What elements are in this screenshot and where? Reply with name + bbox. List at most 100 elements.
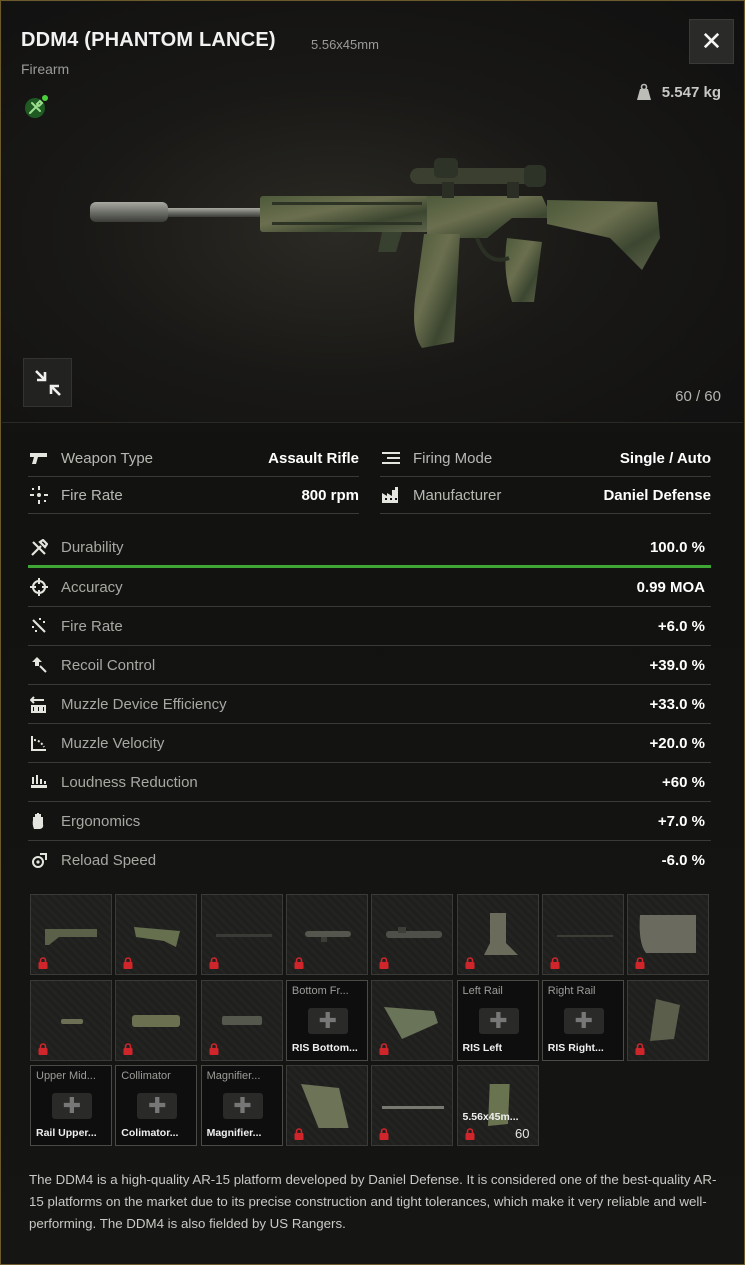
stock-icon — [45, 929, 97, 945]
lock-icon — [635, 957, 645, 969]
close-button[interactable]: ✕ — [689, 19, 734, 64]
stat-value: 0.99 MOA — [636, 578, 705, 596]
loudness-icon — [28, 773, 50, 791]
info-fire-rate: Fire Rate 800 rpm — [28, 477, 359, 514]
attachment-slot[interactable] — [456, 894, 539, 975]
scope-long-icon — [386, 927, 443, 938]
lock-icon — [379, 1128, 389, 1140]
attachment-slots: ✚ Bottom Fr... RIS Bottom... ✚ Left Rail RIS … — [30, 894, 713, 1150]
handguard-small-icon — [221, 1015, 262, 1025]
attachment-slot[interactable]: 5.56x45m... 60 — [456, 1065, 539, 1146]
firing-mode-icon — [380, 449, 402, 467]
weapon-preview: DDM4 (PHANTOM LANCE) 5.56x45mm Firearm ✕… — [2, 2, 743, 423]
repair-status-icon — [25, 95, 48, 118]
add-icon: ✚ — [52, 1093, 92, 1119]
lock-icon — [123, 1042, 133, 1055]
lock-icon — [379, 1042, 389, 1055]
attachment-slot[interactable] — [285, 1065, 368, 1146]
reload-icon — [28, 852, 50, 870]
slot-item-name: RIS Right... — [547, 1041, 604, 1054]
fire-rate-icon — [28, 617, 50, 635]
info-manufacturer: Manufacturer Daniel Defense — [380, 477, 711, 514]
stat-value: +39.0 % — [649, 656, 705, 674]
empty-attachment-slot[interactable]: ✚ Right Rail RIS Right... — [541, 979, 624, 1061]
weapon-info-grid: Weapon Type Assault Rifle Firing Mode Si… — [28, 440, 711, 514]
angled-grip-icon — [384, 1006, 439, 1039]
attachment-slot[interactable] — [200, 894, 283, 975]
attachment-slot[interactable] — [115, 979, 198, 1061]
stat-value: +60 % — [662, 773, 705, 791]
attachment-slot[interactable] — [627, 894, 710, 975]
empty-attachment-slot[interactable]: ✚ Magnifier... Magnifier... — [200, 1065, 283, 1146]
weight-display: 5.547 kg — [636, 83, 721, 101]
hand-icon — [28, 812, 50, 830]
lock-icon — [465, 1128, 474, 1140]
info-label: Firing Mode — [413, 449, 493, 467]
empty-attachment-slot[interactable]: ✚ Left Rail RIS Left — [456, 979, 539, 1061]
stat-value: +7.0 % — [657, 812, 705, 830]
info-weapon-type: Weapon Type Assault Rifle — [28, 440, 359, 477]
slot-name: Upper Mid... — [36, 1070, 96, 1082]
slot-item-name: RIS Bottom... — [291, 1041, 358, 1054]
slot-name: Bottom Fr... — [291, 984, 349, 997]
collapse-button[interactable] — [23, 358, 72, 407]
attachment-slot[interactable] — [30, 894, 112, 975]
stat-label: Ergonomics — [61, 812, 141, 830]
empty-attachment-slot[interactable]: ✚ Upper Mid... Rail Upper... — [30, 1065, 112, 1146]
stat-value: -6.0 % — [661, 852, 705, 869]
stat-fire-rate: Fire Rate +6.0 % — [28, 607, 711, 646]
barrel-thin-icon — [215, 934, 272, 937]
muzzle-device-icon — [28, 695, 50, 713]
attachment-slot[interactable] — [200, 979, 283, 1061]
attachment-slot[interactable] — [627, 979, 710, 1061]
info-firing-mode: Firing Mode Single / Auto — [380, 440, 711, 477]
empty-attachment-slot[interactable]: ✚ Bottom Fr... RIS Bottom... — [285, 979, 368, 1061]
slot-item-name: Rail Upper... — [36, 1127, 97, 1139]
slot-item-name: 5.56x45m... — [462, 1111, 519, 1123]
stat-label: Durability — [61, 539, 124, 556]
stat-muzzle-device: Muzzle Device Efficiency +33.0 % — [28, 685, 711, 724]
attachment-slot[interactable] — [30, 979, 112, 1061]
info-label: Fire Rate — [61, 486, 123, 504]
weight-icon — [636, 83, 651, 100]
category-label: Firearm — [21, 61, 70, 77]
stat-ergonomics: Ergonomics +7.0 % — [28, 802, 711, 841]
rod-icon — [556, 935, 613, 937]
rod-long-icon — [382, 1106, 445, 1109]
slot-item-name: Colimator... — [121, 1127, 179, 1139]
add-icon: ✚ — [478, 1007, 519, 1034]
slot-count: 60 — [515, 1126, 530, 1141]
attachment-slot[interactable] — [371, 979, 454, 1061]
stat-label: Loudness Reduction — [61, 773, 198, 791]
attachment-slot[interactable] — [541, 894, 624, 975]
weight-value: 5.547 kg — [661, 83, 721, 101]
sight-rear-icon — [483, 913, 518, 955]
stat-muzzle-velocity: Muzzle Velocity +20.0 % — [28, 724, 711, 763]
stat-label: Fire Rate — [61, 617, 123, 635]
lock-icon — [38, 1042, 48, 1055]
add-icon: ✚ — [307, 1007, 348, 1034]
attachment-slot[interactable] — [371, 1065, 454, 1146]
info-row: Fire Rate 800 rpm Manufacturer Daniel De… — [28, 477, 711, 514]
slot-item-name: RIS Left — [462, 1041, 503, 1054]
muzzle-velocity-icon — [28, 734, 50, 752]
lock-icon — [294, 1128, 304, 1140]
attachment-slot[interactable] — [285, 894, 368, 975]
stat-durability: Durability 100.0 % — [28, 530, 711, 568]
gas-block-icon — [61, 1018, 83, 1024]
attachment-slot[interactable] — [115, 894, 198, 975]
lock-icon — [209, 1042, 219, 1055]
empty-attachment-slot[interactable]: ✚ Collimator Colimator... — [115, 1065, 198, 1146]
info-value: 800 rpm — [301, 486, 359, 504]
info-value: Assault Rifle — [268, 449, 359, 467]
factory-icon — [380, 486, 402, 504]
stat-label: Recoil Control — [61, 656, 156, 674]
pistol-icon — [28, 449, 50, 467]
fire-rate-icon — [28, 486, 50, 504]
pistol-grip-icon — [650, 998, 681, 1041]
stat-recoil-control: Recoil Control +39.0 % — [28, 646, 711, 685]
info-value: Daniel Defense — [603, 486, 711, 504]
attachment-slot[interactable] — [371, 894, 454, 975]
slot-item-name: Magnifier... — [206, 1127, 262, 1139]
stat-value: 100.0 % — [649, 539, 705, 556]
